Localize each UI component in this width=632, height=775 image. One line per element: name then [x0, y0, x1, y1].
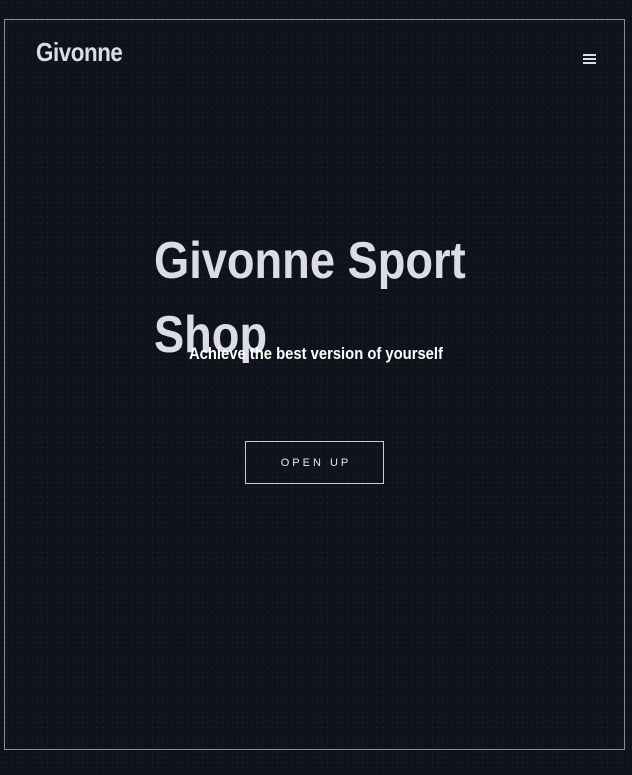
page-frame — [4, 19, 625, 750]
open-up-button[interactable]: OPEN UP — [245, 441, 384, 484]
open-up-button-label: OPEN UP — [280, 456, 352, 469]
menu-button[interactable] — [580, 52, 600, 66]
site-logo[interactable]: Givonne — [36, 36, 123, 68]
hero-subtitle: Achieve the best version of yourself — [189, 344, 443, 363]
hero-subtitle-wrap: Achieve the best version of yourself — [0, 343, 632, 365]
